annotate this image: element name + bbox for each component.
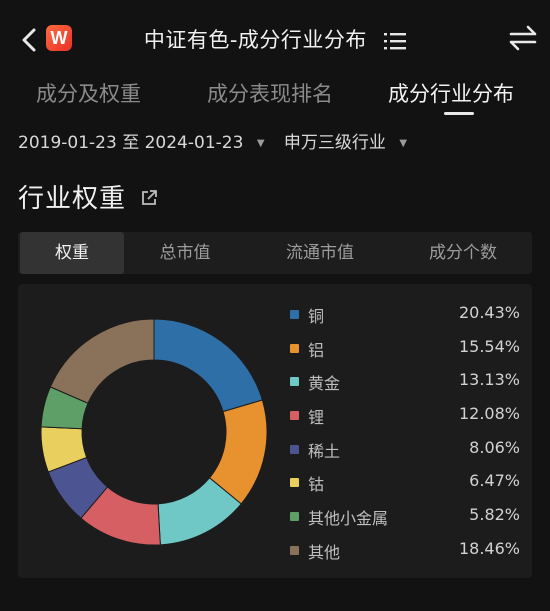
legend-item[interactable]: 铜 20.43% <box>290 300 520 334</box>
legend-label: 其他小金属 <box>308 509 389 529</box>
legend-label: 稀土 <box>308 441 341 461</box>
legend-value: 5.82% <box>469 505 520 525</box>
legend-item[interactable]: 稀土 8.06% <box>290 435 520 469</box>
donut-chart <box>40 318 268 546</box>
legend-swatch <box>290 545 299 555</box>
classification-filter[interactable]: 申万三级行业 ▼ <box>284 128 407 153</box>
legend-value: 6.47% <box>469 471 520 491</box>
list-menu-icon[interactable] <box>384 31 407 51</box>
legend-item[interactable]: 其他小金属 5.82% <box>290 502 520 536</box>
legend-value: 15.54% <box>458 336 520 356</box>
segment-weight[interactable]: 权重 <box>20 232 124 274</box>
legend-swatch <box>290 411 299 421</box>
legend-swatch <box>290 478 299 488</box>
legend-swatch <box>290 377 299 387</box>
legend-label: 钴 <box>308 475 325 495</box>
legend-item[interactable]: 铝 15.54% <box>290 334 520 368</box>
tab-constituents-ranking[interactable]: 成分表现排名 <box>207 78 333 108</box>
active-tab-indicator <box>444 112 474 115</box>
legend-label: 铝 <box>308 340 325 360</box>
metric-segmented-control: 权重 总市值 流通市值 成分个数 <box>18 232 532 274</box>
date-range-filter[interactable]: 2019-01-23 至 2024-01-23 ▼ <box>18 128 265 153</box>
page-title: 中证有色-成分行业分布 <box>0 24 550 54</box>
legend-item[interactable]: 锂 12.08% <box>290 401 520 435</box>
switch-arrows-icon[interactable] <box>508 24 538 52</box>
chart-legend: 铜 20.43% 铝 15.54% 黄金 13.13% 锂 12.08% 稀土 8.06% 钴 6.4… <box>290 300 520 570</box>
legend-item[interactable]: 黄金 13.13% <box>290 367 520 401</box>
tab-bar: 成分及权重 成分表现排名 成分行业分布 <box>0 78 550 118</box>
legend-value: 20.43% <box>458 303 520 322</box>
share-icon[interactable] <box>140 189 158 207</box>
chevron-down-icon: ▼ <box>256 137 265 149</box>
section-title: 行业权重 <box>18 184 127 214</box>
donut-slice-8[interactable] <box>49 318 155 404</box>
legend-value: 12.08% <box>458 404 520 424</box>
segment-total-market-cap[interactable]: 总市值 <box>132 232 238 274</box>
legend-label: 铜 <box>308 307 325 326</box>
top-bar: W 中证有色-成分行业分布 <box>0 0 550 78</box>
page-title-text: 中证有色-成分行业分布 <box>143 28 367 52</box>
legend-item[interactable]: 钴 6.47% <box>290 468 520 502</box>
legend-value: 13.13% <box>458 370 520 390</box>
tab-industry-distribution[interactable]: 成分行业分布 <box>388 78 514 108</box>
legend-label: 锂 <box>308 408 325 428</box>
chevron-down-icon: ▼ <box>399 137 408 149</box>
classification-label: 申万三级行业 <box>283 133 386 153</box>
legend-swatch <box>290 512 299 522</box>
legend-swatch <box>290 310 299 319</box>
date-range-label: 2019-01-23 至 2024-01-23 <box>18 133 244 153</box>
tab-constituents-weight[interactable]: 成分及权重 <box>36 78 141 108</box>
legend-label: 其他 <box>308 542 341 562</box>
legend-swatch <box>290 343 299 353</box>
chart-card: 铜 20.43% 铝 15.54% 黄金 13.13% 锂 12.08% 稀土 8.06% 钴 6.4… <box>18 284 532 578</box>
legend-swatch <box>290 444 299 454</box>
donut-slice-1[interactable] <box>153 318 263 413</box>
legend-label: 黄金 <box>308 374 341 394</box>
legend-value: 18.46% <box>458 538 520 558</box>
segment-float-market-cap[interactable]: 流通市值 <box>260 232 380 274</box>
legend-item[interactable]: 其他 18.46% <box>290 536 520 570</box>
legend-value: 8.06% <box>469 437 520 457</box>
filter-bar: 2019-01-23 至 2024-01-23 ▼ 申万三级行业 ▼ <box>18 128 407 153</box>
segment-constituent-count[interactable]: 成分个数 <box>403 232 523 274</box>
